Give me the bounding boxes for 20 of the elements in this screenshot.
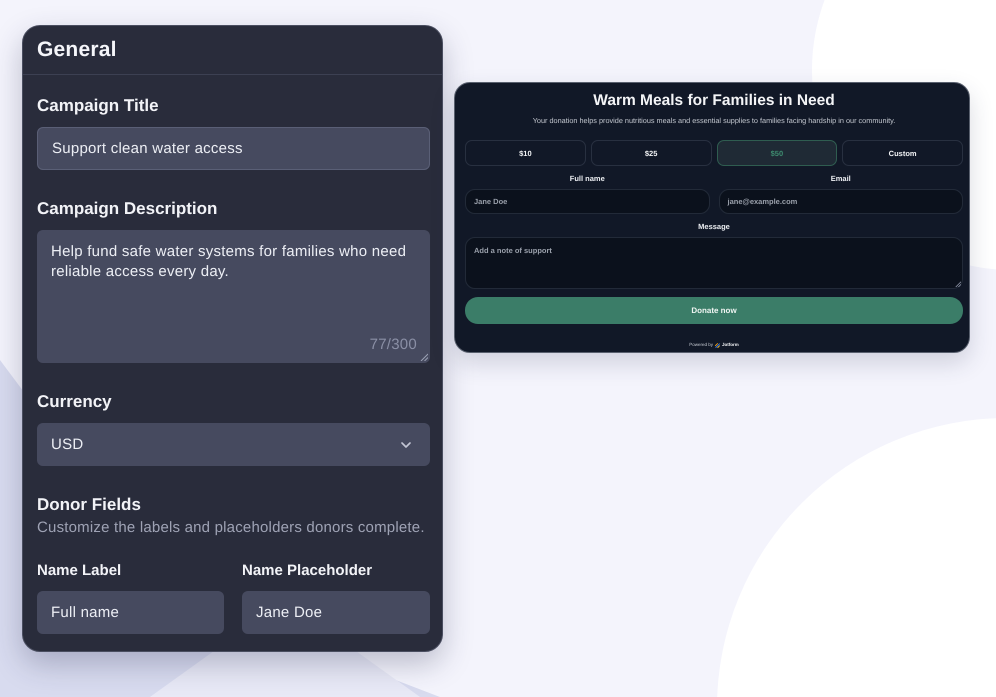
field-label: Name Placeholder	[242, 561, 374, 581]
text-field[interactable]: Jane Doe	[242, 591, 430, 634]
character-counter: 77/300	[370, 335, 417, 355]
logo-icon	[715, 342, 720, 348]
section-description: Customize the labels and placeholders donors complete.	[37, 518, 426, 538]
panel-title: General	[37, 38, 117, 62]
field-label: Name Label	[37, 561, 122, 581]
currency-dropdown[interactable]: USD	[37, 423, 430, 466]
text-field[interactable]: Support clean water access	[37, 127, 430, 170]
form-title: Warm Meals for Families in Need	[592, 91, 836, 111]
chevron-down-icon	[401, 442, 411, 448]
resize-handle-icon	[420, 353, 428, 361]
field-label: Campaign Description	[37, 198, 218, 220]
resize-handle-icon	[955, 281, 961, 287]
textarea-field[interactable]: Help fund safe water systems for families who need reliable access every day. 77/300	[37, 230, 430, 363]
field-label: Currency	[37, 391, 113, 413]
field-label: Campaign Title	[37, 95, 160, 117]
text-field[interactable]: Full name	[37, 591, 224, 634]
donate-button[interactable]: Donate now	[465, 297, 963, 324]
section-title: Donor Fields	[37, 494, 142, 516]
